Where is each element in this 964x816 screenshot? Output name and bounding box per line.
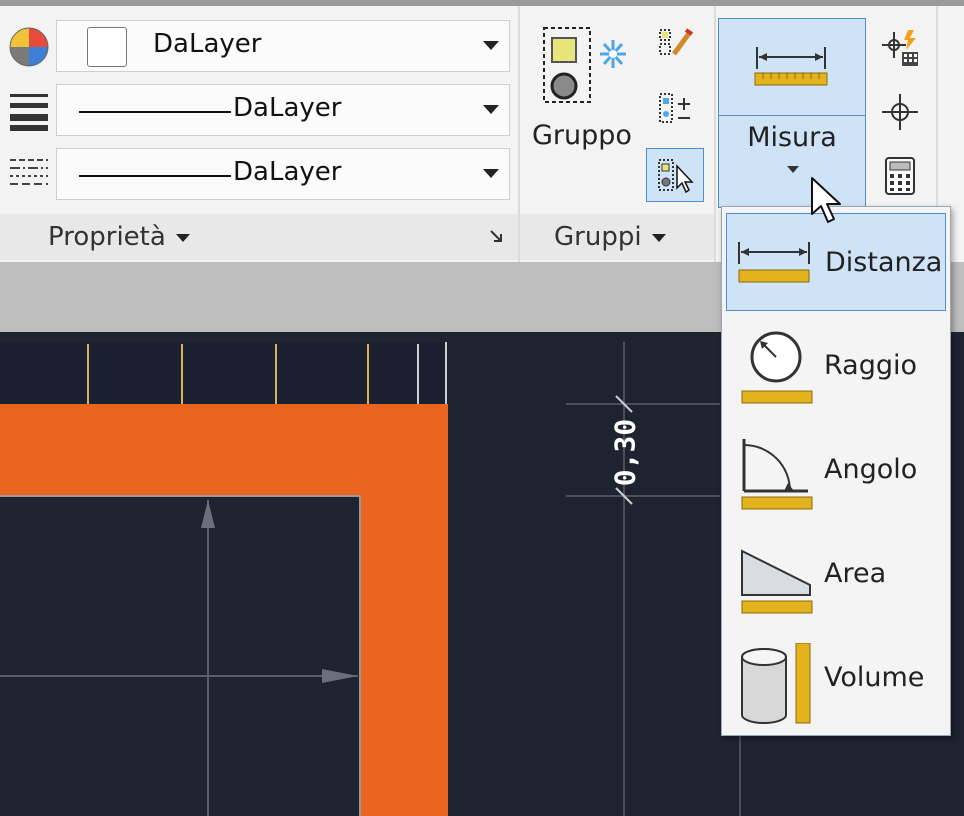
lineweight-value: DaLayer bbox=[233, 93, 342, 123]
chevron-down-icon bbox=[483, 169, 499, 178]
chevron-down-icon bbox=[787, 166, 799, 173]
linetype-icon bbox=[8, 156, 50, 196]
panel-launcher-icon[interactable] bbox=[488, 228, 504, 248]
mouse-pointer-icon bbox=[810, 176, 844, 228]
menu-item-raggio[interactable]: Raggio bbox=[726, 317, 946, 415]
menu-item-area[interactable]: Area bbox=[726, 525, 946, 623]
groups-panel-title[interactable]: Gruppi bbox=[554, 222, 666, 252]
group-select-icon bbox=[655, 156, 695, 200]
properties-panel-label: Proprietà bbox=[48, 222, 166, 252]
lineweight-icon bbox=[8, 92, 50, 136]
chevron-down-icon bbox=[651, 233, 666, 242]
panel-separator bbox=[714, 6, 716, 262]
linetype-select[interactable]: DaLayer bbox=[56, 148, 510, 200]
calculator-icon[interactable] bbox=[880, 156, 920, 196]
chevron-down-icon bbox=[483, 105, 499, 114]
color-value: DaLayer bbox=[153, 29, 262, 59]
linetype-sample bbox=[79, 175, 231, 177]
menu-item-label: Raggio bbox=[824, 350, 918, 381]
chevron-down-icon bbox=[175, 233, 190, 242]
id-point-icon[interactable] bbox=[880, 28, 920, 68]
measure-button-top[interactable] bbox=[718, 18, 866, 116]
lineweight-select[interactable]: DaLayer bbox=[56, 84, 510, 136]
measure-dropdown-menu: Distanza Raggio Angolo Area Volume bbox=[721, 206, 951, 736]
chevron-down-icon bbox=[483, 41, 499, 50]
group-button-label: Gruppo bbox=[532, 120, 632, 151]
color-select[interactable]: DaLayer bbox=[56, 20, 510, 72]
crosshair-icon[interactable] bbox=[880, 92, 920, 132]
menu-item-label: Volume bbox=[824, 662, 925, 693]
ribbon-top-border bbox=[0, 0, 964, 6]
measure-button-label: Misura bbox=[747, 122, 837, 153]
edit-group-icon[interactable] bbox=[656, 24, 696, 64]
area-icon bbox=[741, 549, 813, 614]
menu-item-label: Distanza bbox=[825, 247, 943, 278]
group-selection-toggle[interactable] bbox=[646, 148, 704, 202]
add-to-group-icon[interactable] bbox=[656, 88, 696, 128]
group-icon bbox=[538, 24, 628, 118]
dimension-label: 0,30 bbox=[598, 416, 650, 486]
angle-icon bbox=[741, 439, 813, 510]
measure-distance-icon bbox=[753, 43, 831, 91]
menu-item-volume[interactable]: Volume bbox=[726, 629, 946, 727]
color-swatch bbox=[87, 27, 127, 67]
radius-icon bbox=[741, 331, 813, 404]
volume-icon bbox=[741, 643, 811, 724]
groups-panel-label: Gruppi bbox=[554, 222, 642, 252]
lineweight-sample bbox=[79, 111, 231, 113]
dimension-text: 0,30 bbox=[608, 418, 642, 487]
linetype-value: DaLayer bbox=[233, 157, 342, 187]
menu-item-angolo[interactable]: Angolo bbox=[726, 421, 946, 519]
menu-item-label: Angolo bbox=[824, 454, 918, 485]
properties-panel-title[interactable]: Proprietà bbox=[48, 222, 190, 252]
menu-item-label: Area bbox=[824, 558, 887, 589]
color-wheel-icon bbox=[8, 26, 50, 72]
distance-icon bbox=[738, 242, 810, 283]
group-button[interactable]: Gruppo bbox=[532, 24, 632, 151]
